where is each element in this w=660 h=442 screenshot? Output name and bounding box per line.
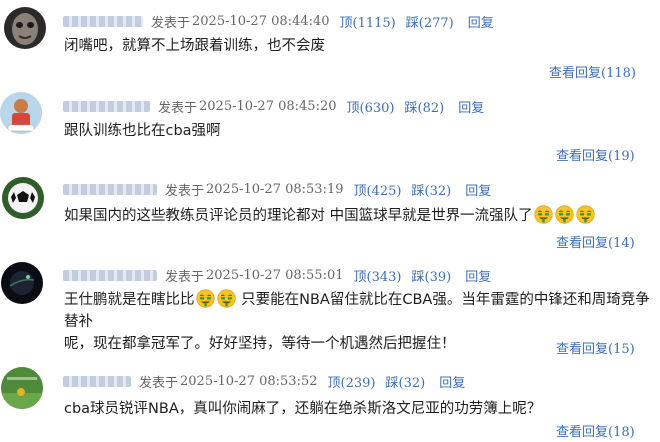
- upvote-button[interactable]: 顶(425): [354, 180, 402, 199]
- cartoon-player-avatar-icon: [0, 92, 42, 134]
- view-replies-button[interactable]: 查看回复(118): [549, 62, 636, 81]
- downvote-button[interactable]: 踩(32): [411, 180, 451, 199]
- post-time: 2025-10-27 08:53:52: [180, 374, 318, 389]
- downvote-button[interactable]: 踩(82): [404, 97, 444, 116]
- posted-label: 发表于: [158, 101, 198, 116]
- reply-button[interactable]: 回复: [465, 266, 491, 285]
- username-blurred[interactable]: [63, 101, 150, 112]
- comment-text: 闭嘴吧，就算不上场跟着训练，也不会废: [64, 38, 325, 54]
- view-replies-button[interactable]: 查看回复(19): [556, 145, 635, 164]
- comment-2: 发表于 2025-10-27 08:45:20 顶(630) 踩(82) 回复 …: [0, 86, 660, 172]
- comment-meta: 发表于 2025-10-27 08:55:01 顶(343) 踩(39) 回复: [63, 266, 491, 285]
- posted-label: 发表于: [139, 376, 179, 391]
- soccer-ball-avatar-icon: [2, 177, 44, 219]
- comment-meta: 发表于 2025-10-27 08:44:40 顶(1115) 踩(277) 回…: [63, 12, 494, 31]
- post-time: 2025-10-27 08:45:20: [199, 99, 337, 114]
- avatar[interactable]: [0, 92, 42, 134]
- downvote-button[interactable]: 踩(277): [406, 12, 454, 31]
- username-blurred[interactable]: [63, 16, 143, 27]
- comment-text: 王仕鹏就是在瞎比比: [64, 292, 195, 308]
- upvote-button[interactable]: 顶(1115): [340, 12, 396, 31]
- comment-meta: 发表于 2025-10-27 08:45:20 顶(630) 踩(82) 回复: [63, 97, 484, 116]
- reply-button[interactable]: 回复: [465, 180, 491, 199]
- view-replies-button[interactable]: 查看回复(14): [556, 232, 635, 251]
- upvote-button[interactable]: 顶(343): [354, 266, 402, 285]
- money-mouth-face-emoji-icon: [534, 205, 553, 224]
- downvote-button[interactable]: 踩(39): [411, 266, 451, 285]
- money-mouth-face-emoji-icon: [555, 205, 574, 224]
- comment-meta: 发表于 2025-10-27 08:53:19 顶(425) 踩(32) 回复: [63, 180, 491, 199]
- post-time: 2025-10-27 08:44:40: [192, 14, 330, 29]
- dark-face-avatar-icon: [4, 7, 46, 49]
- reply-button[interactable]: 回复: [468, 12, 494, 31]
- username-blurred[interactable]: [63, 184, 157, 195]
- dark-planet-avatar-icon: [1, 262, 43, 304]
- avatar[interactable]: [2, 177, 44, 219]
- comment-text-line: 如果国内的这些教练员评论员的理论都对 中国篮球早就是世界一流强队了: [64, 205, 596, 227]
- downvote-button[interactable]: 踩(32): [385, 372, 425, 391]
- comment-3: 发表于 2025-10-27 08:53:19 顶(425) 踩(32) 回复 …: [0, 172, 660, 256]
- field-photo-avatar-icon: [1, 367, 43, 409]
- view-replies-button[interactable]: 查看回复(15): [556, 338, 635, 357]
- username-blurred[interactable]: [63, 376, 131, 387]
- upvote-button[interactable]: 顶(630): [347, 97, 395, 116]
- posted-label: 发表于: [165, 270, 205, 285]
- avatar[interactable]: [1, 367, 43, 409]
- posted-label: 发表于: [165, 184, 205, 199]
- money-mouth-face-emoji-icon: [217, 289, 236, 308]
- comment-text: 呢，现在都拿冠军了。好好坚持，等待一个机遇然后把握住！: [64, 336, 456, 352]
- reply-button[interactable]: 回复: [458, 97, 484, 116]
- comment-1: 发表于 2025-10-27 08:44:40 顶(1115) 踩(277) 回…: [0, 0, 660, 86]
- posted-label: 发表于: [151, 16, 191, 31]
- comment-meta: 发表于 2025-10-27 08:53:52 顶(239) 踩(32) 回复: [63, 372, 465, 391]
- upvote-button[interactable]: 顶(239): [328, 372, 376, 391]
- avatar[interactable]: [1, 262, 43, 304]
- comment-text: 如果国内的这些教练员评论员的理论都对 中国篮球早就是世界一流强队了: [64, 208, 533, 224]
- money-mouth-face-emoji-icon: [196, 289, 215, 308]
- money-mouth-face-emoji-icon: [576, 205, 595, 224]
- post-time: 2025-10-27 08:55:01: [206, 268, 344, 283]
- comment-4: 发表于 2025-10-27 08:55:01 顶(343) 踩(39) 回复 …: [0, 256, 660, 362]
- comment-text: 跟队训练也比在cba强啊: [64, 123, 221, 139]
- view-replies-button[interactable]: 查看回复(18): [556, 421, 635, 440]
- reply-button[interactable]: 回复: [439, 372, 465, 391]
- comment-5: 发表于 2025-10-27 08:53:52 顶(239) 踩(32) 回复 …: [0, 362, 660, 442]
- username-blurred[interactable]: [63, 270, 157, 281]
- post-time: 2025-10-27 08:53:19: [206, 182, 344, 197]
- avatar[interactable]: [4, 7, 46, 49]
- comment-text: cba球员锐评NBA，真叫你闹麻了，还躺在绝杀斯洛文尼亚的功劳簿上呢？: [64, 401, 542, 417]
